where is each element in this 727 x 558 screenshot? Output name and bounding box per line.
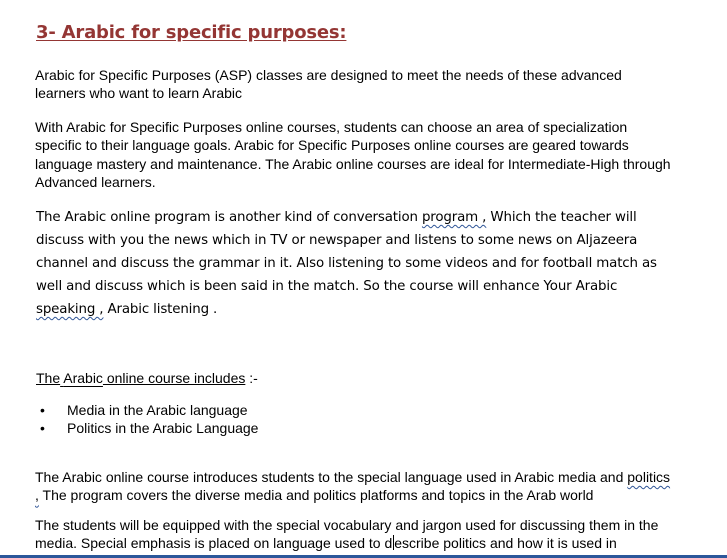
list-title: The Arabic online course includes :- [36,370,258,386]
list-item-label: Media in the Arabic language [67,402,248,418]
list-title-rest: online course includes [102,370,246,386]
spellcheck-flag-speaking[interactable]: speaking , [36,302,104,317]
list-title-tail: :- [245,370,258,386]
media-text-1: The Arabic online course introduces stud… [35,469,628,485]
list-item-label: Politics in the Arabic Language [67,419,259,436]
list-item: • Media in the Arabic language [36,402,258,420]
bullet-icon: • [40,402,45,418]
program-text-1: The Arabic online program is another kin… [36,210,422,225]
vocabulary-text-2: escribe politics and how it is used in [394,535,617,552]
list-item: • Politics in the Arabic Language [36,420,258,438]
bullet-icon: • [40,419,45,436]
intro-paragraph: Arabic for Specific Purposes (ASP) class… [35,67,622,102]
media-text-2: The program covers the diverse media and… [38,487,594,504]
section-heading: 3- Arabic for specific purposes: [36,22,347,43]
spellcheck-flag-program[interactable]: program , [422,210,486,225]
vocabulary-paragraph: The students will be equipped with the s… [35,516,675,553]
list-title-word-arabic[interactable]: Arabic [63,370,103,386]
courses-paragraph: With Arabic for Specific Purposes online… [35,119,671,190]
program-text-3: Arabic listening . [103,302,218,317]
course-topic-list: • Media in the Arabic language • Politics … [36,402,258,437]
list-title-word-the: The [36,370,61,386]
media-paragraph: The Arabic online course introduces stud… [35,468,675,505]
document-page: 3- Arabic for specific purposes: Arabic … [0,0,727,558]
program-paragraph: The Arabic online program is another kin… [36,206,676,321]
